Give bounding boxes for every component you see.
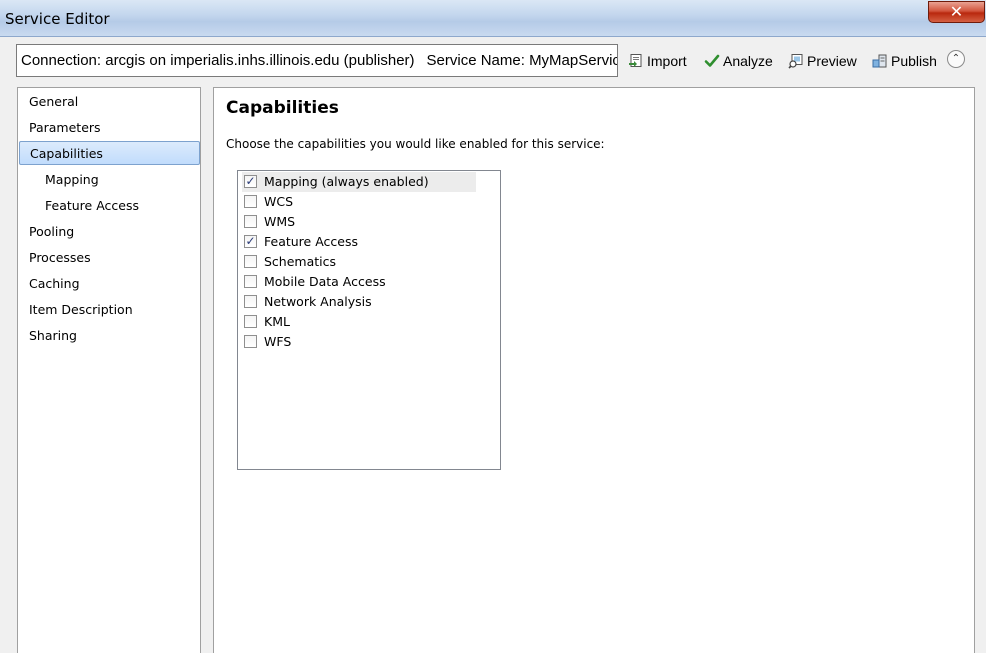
capability-checkbox[interactable]: [244, 335, 257, 348]
sidebar-item-item-description[interactable]: Item Description: [19, 298, 200, 322]
analyze-button[interactable]: Analyze: [704, 52, 773, 72]
capability-checkbox[interactable]: [244, 315, 257, 328]
sidebar-item-label: Caching: [29, 276, 80, 291]
capabilities-list: ✓ Mapping (always enabled) WCS WMS ✓ Fea…: [237, 170, 501, 470]
sidebar-item-sharing[interactable]: Sharing: [19, 324, 200, 348]
window-title: Service Editor: [5, 10, 110, 28]
preview-button[interactable]: Preview: [788, 52, 857, 72]
service-name-text: Service Name: MyMapService: [426, 52, 618, 69]
collapse-button[interactable]: ⌃: [947, 50, 965, 68]
sidebar-item-pooling[interactable]: Pooling: [19, 220, 200, 244]
capability-label: WFS: [264, 334, 292, 349]
sidebar-item-label: General: [29, 94, 79, 109]
capability-mobile-data-access[interactable]: Mobile Data Access: [242, 272, 476, 292]
capability-wcs[interactable]: WCS: [242, 192, 476, 212]
sidebar-item-label: Processes: [29, 250, 91, 265]
capability-label: KML: [264, 314, 290, 329]
sidebar-item-feature-access[interactable]: Feature Access: [19, 194, 200, 218]
capability-label: WMS: [264, 214, 296, 229]
sidebar-item-parameters[interactable]: Parameters: [19, 116, 200, 140]
capability-checkbox[interactable]: ✓: [244, 235, 257, 248]
capability-label: Schematics: [264, 254, 337, 269]
sidebar-item-processes[interactable]: Processes: [19, 246, 200, 270]
capability-label: Mapping (always enabled): [264, 174, 429, 189]
capability-checkbox[interactable]: ✓: [244, 175, 257, 188]
sidebar-item-general[interactable]: General: [19, 90, 200, 114]
sidebar-nav: General Parameters Capabilities Mapping …: [17, 87, 201, 653]
import-label: Import: [647, 53, 687, 69]
close-button[interactable]: ✕: [928, 1, 985, 23]
sidebar-item-label: Pooling: [29, 224, 75, 239]
publish-label: Publish: [891, 53, 937, 69]
checkmark-icon: [704, 53, 720, 69]
close-icon: ✕: [949, 2, 964, 21]
sidebar-item-label: Sharing: [29, 328, 77, 343]
capability-label: Mobile Data Access: [264, 274, 386, 289]
capability-label: Network Analysis: [264, 294, 372, 309]
capability-label: Feature Access: [264, 234, 359, 249]
capability-wms[interactable]: WMS: [242, 212, 476, 232]
publish-button[interactable]: Publish: [872, 52, 937, 72]
preview-label: Preview: [807, 53, 857, 69]
capability-label: WCS: [264, 194, 294, 209]
sidebar-item-label: Mapping: [45, 172, 99, 187]
capability-kml[interactable]: KML: [242, 312, 476, 332]
import-button[interactable]: Import: [628, 52, 687, 72]
sidebar-item-capabilities[interactable]: Capabilities: [19, 141, 200, 165]
preview-icon: [788, 53, 804, 69]
sidebar-item-label: Feature Access: [45, 198, 140, 213]
capability-checkbox[interactable]: [244, 295, 257, 308]
connection-text: Connection: arcgis on imperialis.inhs.il…: [21, 52, 415, 69]
capability-checkbox[interactable]: [244, 275, 257, 288]
sidebar-item-label: Item Description: [29, 302, 133, 317]
import-icon: [628, 53, 644, 69]
capability-checkbox[interactable]: [244, 195, 257, 208]
capability-checkbox[interactable]: [244, 215, 257, 228]
capabilities-description: Choose the capabilities you would like e…: [226, 137, 605, 151]
analyze-label: Analyze: [723, 53, 773, 69]
chevron-up-icon: ⌃: [951, 53, 961, 64]
capability-feature-access[interactable]: ✓ Feature Access: [242, 232, 476, 252]
sidebar-item-label: Parameters: [29, 120, 101, 135]
capability-checkbox[interactable]: [244, 255, 257, 268]
capability-schematics[interactable]: Schematics: [242, 252, 476, 272]
title-bar: Service Editor ✕: [0, 0, 986, 37]
capability-mapping[interactable]: ✓ Mapping (always enabled): [242, 172, 476, 192]
page-title: Capabilities: [226, 98, 339, 118]
connection-info-box: Connection: arcgis on imperialis.inhs.il…: [16, 44, 618, 77]
sidebar-item-label: Capabilities: [30, 146, 103, 161]
capability-wfs[interactable]: WFS: [242, 332, 476, 352]
capability-network-analysis[interactable]: Network Analysis: [242, 292, 476, 312]
publish-icon: [872, 53, 888, 69]
sidebar-item-caching[interactable]: Caching: [19, 272, 200, 296]
sidebar-item-mapping[interactable]: Mapping: [19, 168, 200, 192]
